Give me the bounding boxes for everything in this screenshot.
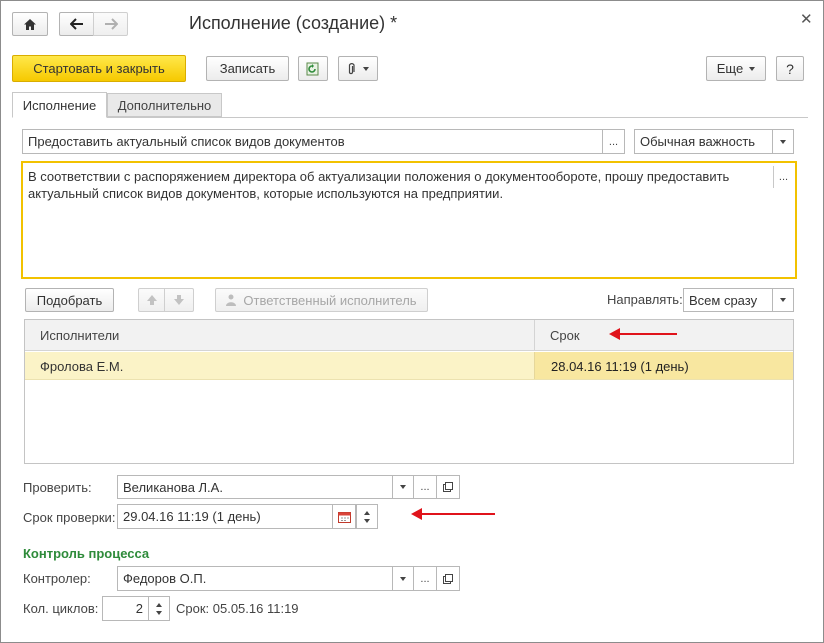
cycles-field[interactable]: 2 — [102, 596, 170, 621]
help-button[interactable]: ? — [776, 56, 804, 81]
home-button[interactable] — [12, 12, 48, 36]
cycles-value: 2 — [135, 601, 143, 616]
deadline-cell: 28.04.16 11:19 (1 день) — [534, 352, 793, 379]
direct-select[interactable]: Всем сразу — [683, 288, 794, 312]
subject-field[interactable]: Предоставить актуальный список видов док… — [22, 129, 625, 154]
checker-value: Великанова Л.А. — [123, 479, 223, 495]
direct-dropdown-button[interactable] — [772, 289, 793, 311]
checker-select-button[interactable]: ... — [413, 476, 437, 498]
chevron-down-icon — [400, 485, 406, 489]
executor-name-cell: Фролова Е.М. — [40, 359, 124, 374]
term-text: Срок: 05.05.16 11:19 — [176, 601, 299, 616]
controller-field[interactable]: Федоров О.П. ... — [117, 566, 460, 591]
spinner-up-icon[interactable] — [156, 603, 162, 607]
responsible-executor-label: Ответственный исполнитель — [243, 292, 417, 308]
controller-open-button[interactable] — [436, 567, 459, 590]
subject-value: Предоставить актуальный список видов док… — [28, 134, 345, 149]
direct-value: Всем сразу — [689, 292, 758, 308]
table-row[interactable]: Фролова Е.М. 28.04.16 11:19 (1 день) — [25, 352, 793, 380]
cycles-label: Кол. циклов: — [23, 601, 99, 616]
move-up-button[interactable] — [138, 288, 165, 312]
arrow-up-icon — [146, 295, 157, 305]
deadline-spinner[interactable] — [356, 505, 377, 528]
check-deadline-value: 29.04.16 11:19 (1 день) — [123, 509, 261, 524]
column-divider — [534, 320, 535, 351]
calendar-button[interactable] — [332, 505, 356, 528]
description-text: В соответствии с распоряжением директора… — [28, 169, 730, 201]
checker-field[interactable]: Великанова Л.А. ... — [117, 475, 460, 499]
arrow-left-icon — [69, 18, 83, 30]
home-icon — [24, 18, 36, 30]
table-header: Исполнители Срок — [25, 320, 793, 351]
window-title: Исполнение (создание) * — [189, 13, 398, 33]
tab-bar-line — [12, 117, 808, 118]
arrow-down-icon — [174, 295, 184, 305]
save-button[interactable]: Записать — [206, 56, 289, 81]
check-deadline-field[interactable]: 29.04.16 11:19 (1 день) — [117, 504, 378, 529]
chevron-down-icon — [780, 298, 786, 302]
tab-execution[interactable]: Исполнение — [12, 92, 107, 118]
controller-label: Контролер: — [23, 571, 91, 586]
calendar-icon — [337, 511, 351, 523]
checker-open-button[interactable] — [436, 476, 459, 498]
executors-table: Исполнители Срок Фролова Е.М. 28.04.16 1… — [24, 319, 794, 464]
importance-select[interactable]: Обычная важность — [634, 129, 794, 154]
checker-dropdown-button[interactable] — [392, 476, 414, 498]
more-label: Еще — [716, 61, 744, 76]
cycles-spinner[interactable] — [148, 597, 169, 620]
forward-button[interactable] — [93, 12, 128, 36]
attachment-button[interactable] — [338, 56, 378, 81]
paperclip-icon — [348, 62, 355, 74]
importance-value: Обычная важность — [640, 134, 756, 149]
start-and-close-button[interactable]: Стартовать и закрыть — [12, 55, 186, 82]
document-refresh-icon — [306, 62, 319, 75]
controller-select-button[interactable]: ... — [413, 567, 437, 590]
tab-additional[interactable]: Дополнительно — [107, 93, 222, 117]
pick-executors-button[interactable]: Подобрать — [25, 288, 114, 312]
annotation-arrow — [609, 328, 677, 340]
user-icon — [226, 294, 237, 306]
description-open-button[interactable]: ... — [773, 166, 793, 188]
refresh-document-button[interactable] — [298, 56, 328, 81]
open-window-icon — [443, 573, 453, 584]
responsible-executor-button[interactable]: Ответственный исполнитель — [215, 288, 428, 312]
chevron-down-icon — [749, 66, 756, 71]
deadline-value: 28.04.16 11:19 (1 день) — [551, 359, 689, 374]
tab-additional-label: Дополнительно — [117, 97, 212, 113]
spinner-down-icon[interactable] — [364, 519, 370, 523]
open-window-icon — [443, 482, 453, 492]
chevron-down-icon — [400, 576, 406, 581]
back-button[interactable] — [59, 12, 94, 36]
direct-label: Направлять: — [607, 292, 683, 307]
chevron-down-icon — [780, 139, 786, 144]
more-button[interactable]: Еще — [706, 56, 766, 81]
checker-label: Проверить: — [23, 480, 92, 495]
tab-execution-label: Исполнение — [22, 97, 97, 113]
move-down-button[interactable] — [164, 288, 194, 312]
chevron-down-icon — [363, 66, 369, 71]
controller-value: Федоров О.П. — [123, 571, 207, 586]
subject-select-button[interactable]: ... — [602, 130, 624, 153]
description-textarea[interactable]: В соответствии с распоряжением директора… — [21, 161, 797, 279]
column-header-executors[interactable]: Исполнители — [40, 328, 119, 343]
spinner-up-icon[interactable] — [364, 511, 370, 515]
close-icon[interactable]: ✕ — [800, 10, 813, 28]
check-deadline-label: Срок проверки: — [23, 510, 116, 525]
controller-dropdown-button[interactable] — [392, 567, 414, 590]
arrow-right-icon — [104, 18, 118, 30]
column-header-deadline[interactable]: Срок — [550, 328, 580, 343]
spinner-down-icon[interactable] — [156, 611, 162, 615]
importance-dropdown-button[interactable] — [772, 130, 793, 153]
control-section-title: Контроль процесса — [23, 546, 150, 561]
annotation-arrow — [411, 508, 495, 520]
